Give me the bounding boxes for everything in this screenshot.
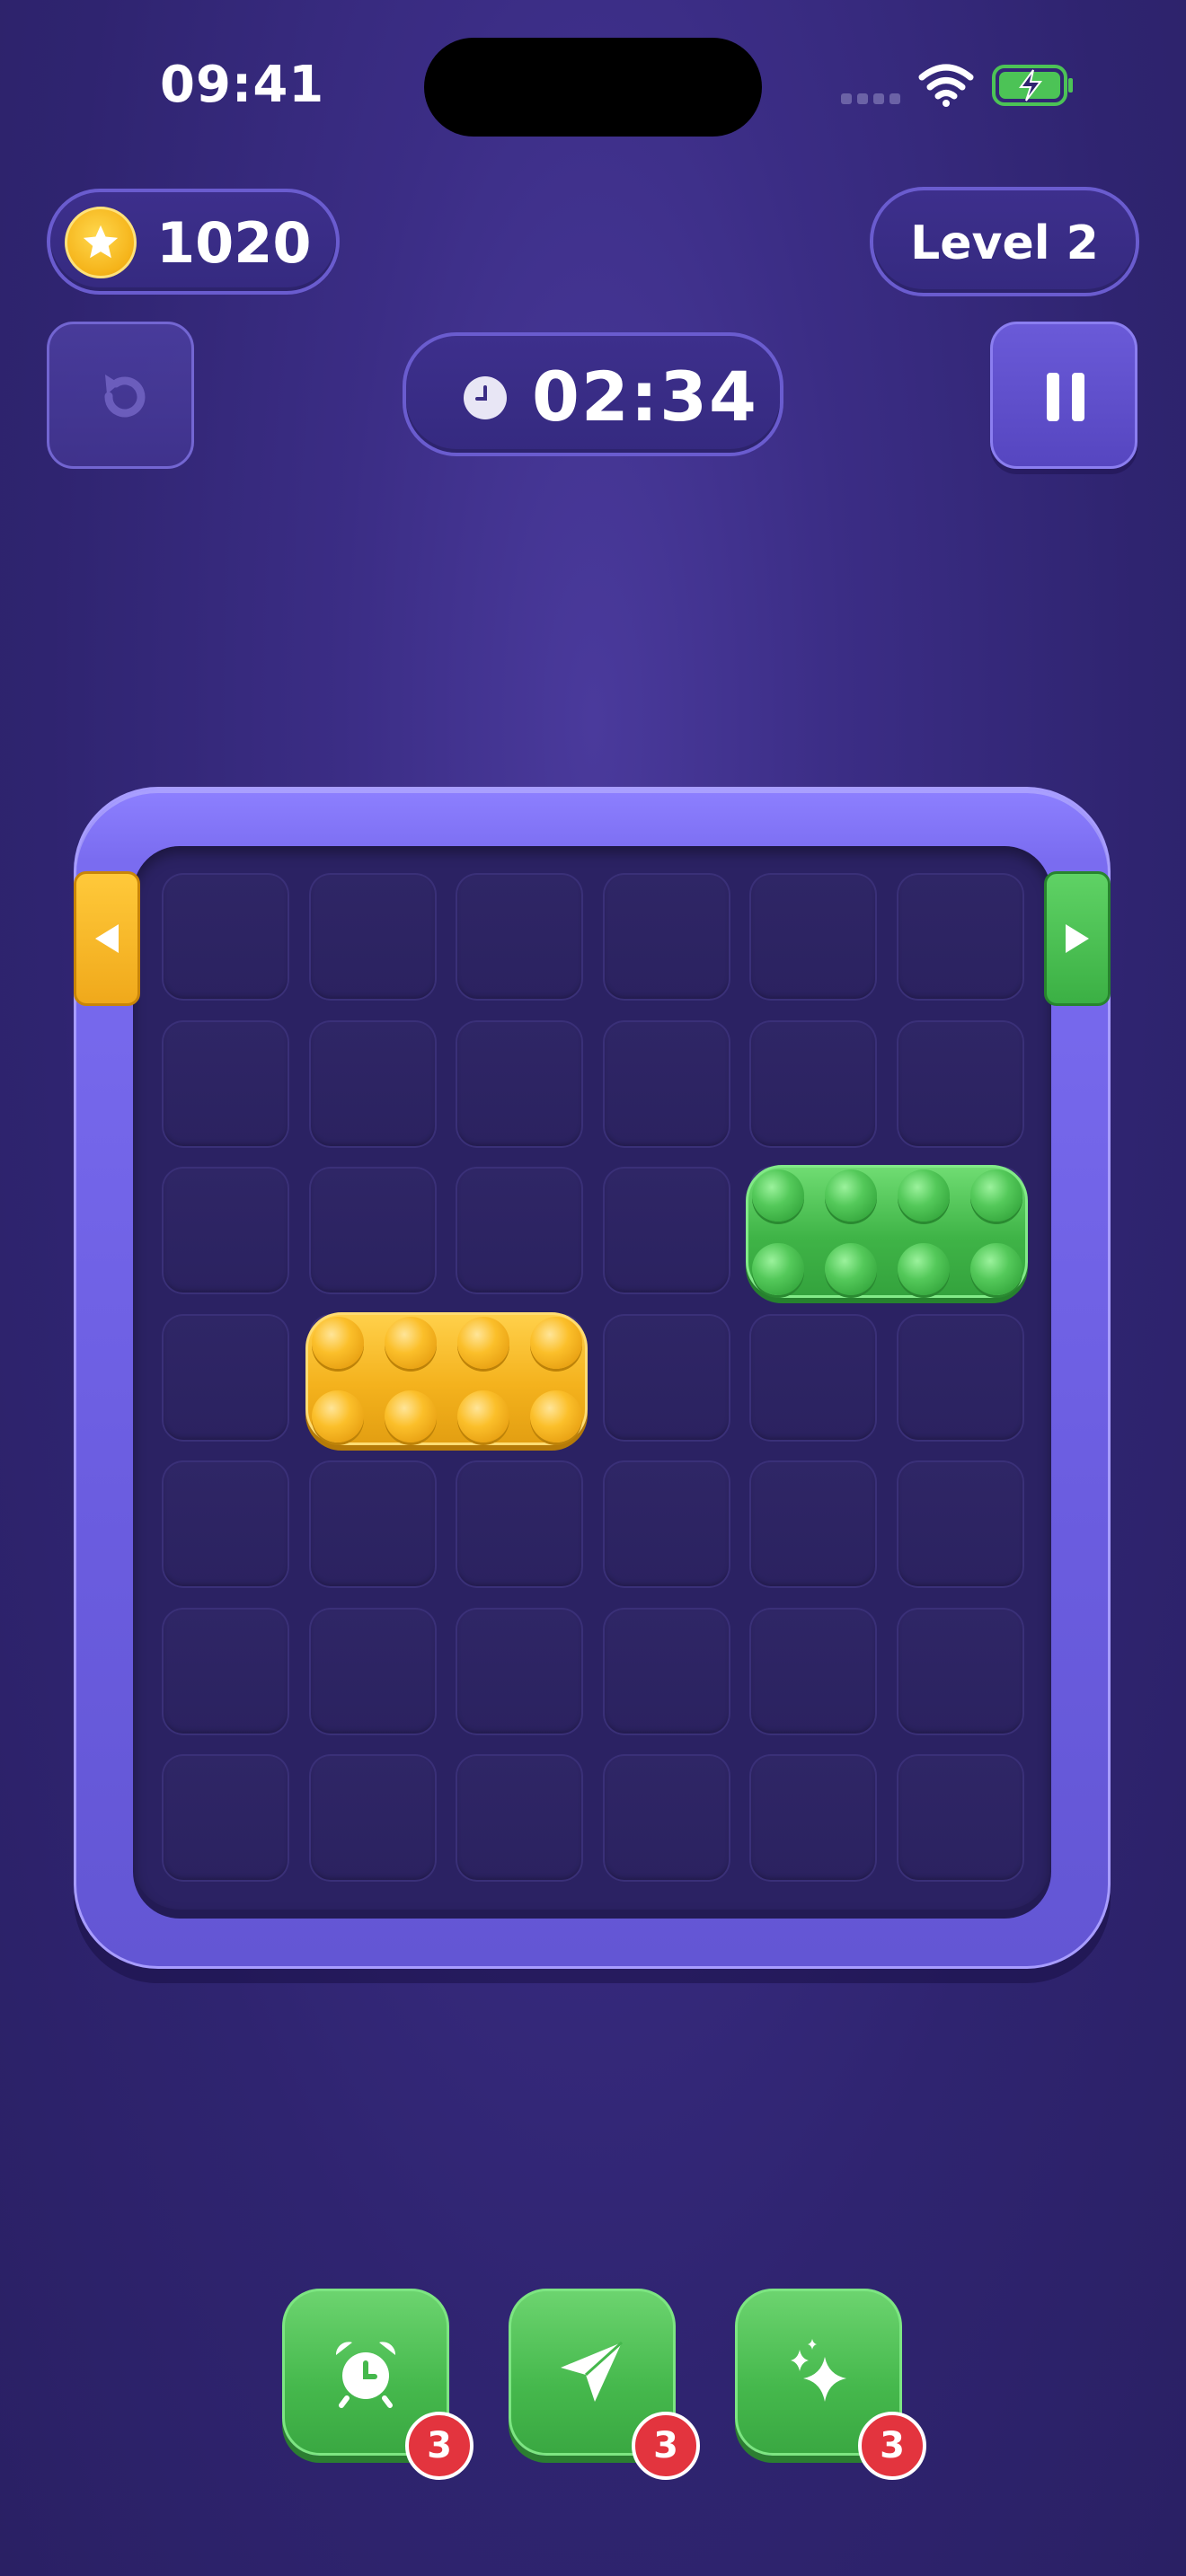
level-label: Level 2	[910, 216, 1099, 270]
alarm-clock-icon	[335, 2342, 396, 2408]
battery-charging-icon	[992, 65, 1073, 106]
level-indicator: Level 2	[870, 187, 1139, 296]
cellular-signal-icon	[841, 93, 902, 106]
block-stud	[385, 1317, 437, 1369]
board-cell	[602, 1607, 730, 1735]
block-stud	[970, 1169, 1022, 1222]
undo-icon	[104, 375, 146, 418]
board-cell	[602, 1460, 730, 1588]
block-stud	[385, 1390, 437, 1442]
arrow-right-icon	[1066, 924, 1089, 953]
coin-count: 1020	[156, 210, 312, 276]
status-time: 09:41	[160, 56, 325, 114]
yellow-block[interactable]	[305, 1312, 588, 1445]
board-cell	[749, 1754, 877, 1882]
pause-icon	[1047, 373, 1084, 421]
board-cell	[896, 1019, 1024, 1148]
board-cell	[896, 1754, 1024, 1882]
board-cell	[896, 1460, 1024, 1588]
board-cell	[896, 1313, 1024, 1442]
board-cell	[456, 1019, 583, 1148]
board-cell	[456, 1460, 583, 1588]
yellow-exit-gate	[74, 871, 140, 1006]
paper-plane-icon	[561, 2341, 624, 2402]
block-stud	[752, 1243, 804, 1295]
board-cell	[308, 1460, 437, 1588]
booster-count-badge: 3	[405, 2412, 474, 2480]
board-cell	[162, 1754, 289, 1882]
board-cell	[602, 1754, 730, 1882]
board-cell	[308, 1019, 437, 1148]
block-stud	[457, 1390, 509, 1442]
sparkles-icon	[791, 2339, 846, 2402]
block-stud	[825, 1243, 877, 1295]
board-cell	[308, 1167, 437, 1294]
booster-count-badge: 3	[632, 2412, 700, 2480]
board-cell	[456, 1167, 583, 1294]
board-cell	[896, 873, 1024, 1001]
booster-count-badge: 3	[858, 2412, 926, 2480]
booster-sparkles[interactable]: 3	[735, 2289, 926, 2480]
board-cell	[162, 1019, 289, 1148]
board-cell	[602, 873, 730, 1001]
board-cell	[602, 1313, 730, 1442]
block-stud	[898, 1243, 950, 1295]
board-cell	[456, 1754, 583, 1882]
board-cell	[308, 873, 437, 1001]
board-cell	[162, 1607, 289, 1735]
countdown-timer: 02:34	[403, 332, 783, 456]
green-exit-gate	[1044, 871, 1111, 1006]
board-cell	[308, 1754, 437, 1882]
block-stud	[312, 1317, 364, 1369]
block-stud	[898, 1169, 950, 1222]
wifi-icon	[918, 64, 974, 107]
board-cell	[162, 1313, 289, 1442]
green-block[interactable]	[746, 1165, 1028, 1298]
clock-icon	[464, 376, 507, 419]
booster-paper-plane[interactable]: 3	[509, 2289, 700, 2480]
board-cell	[456, 873, 583, 1001]
star-coin-icon	[65, 207, 137, 278]
board-cell	[749, 1460, 877, 1588]
board-cell	[602, 1167, 730, 1294]
dynamic-island	[424, 38, 762, 137]
block-stud	[825, 1169, 877, 1222]
block-stud	[530, 1390, 582, 1442]
board-cell	[749, 1019, 877, 1148]
booster-freeze-time[interactable]: 3	[282, 2289, 474, 2480]
board-cell	[602, 1019, 730, 1148]
block-stud	[312, 1390, 364, 1442]
board-cell	[162, 1167, 289, 1294]
board-cell	[749, 873, 877, 1001]
board-cell	[749, 1313, 877, 1442]
board-cell	[456, 1607, 583, 1735]
undo-button[interactable]	[47, 322, 194, 469]
block-stud	[970, 1243, 1022, 1295]
board-cell	[896, 1607, 1024, 1735]
coin-counter: 1020	[47, 189, 340, 295]
board-cell	[749, 1607, 877, 1735]
block-stud	[752, 1169, 804, 1222]
pause-button[interactable]	[990, 322, 1137, 469]
block-stud	[530, 1317, 582, 1369]
arrow-left-icon	[95, 924, 119, 953]
board-cell	[162, 873, 289, 1001]
timer-value: 02:34	[532, 357, 758, 437]
board-cell	[308, 1607, 437, 1735]
board-cell	[162, 1460, 289, 1588]
block-stud	[457, 1317, 509, 1369]
